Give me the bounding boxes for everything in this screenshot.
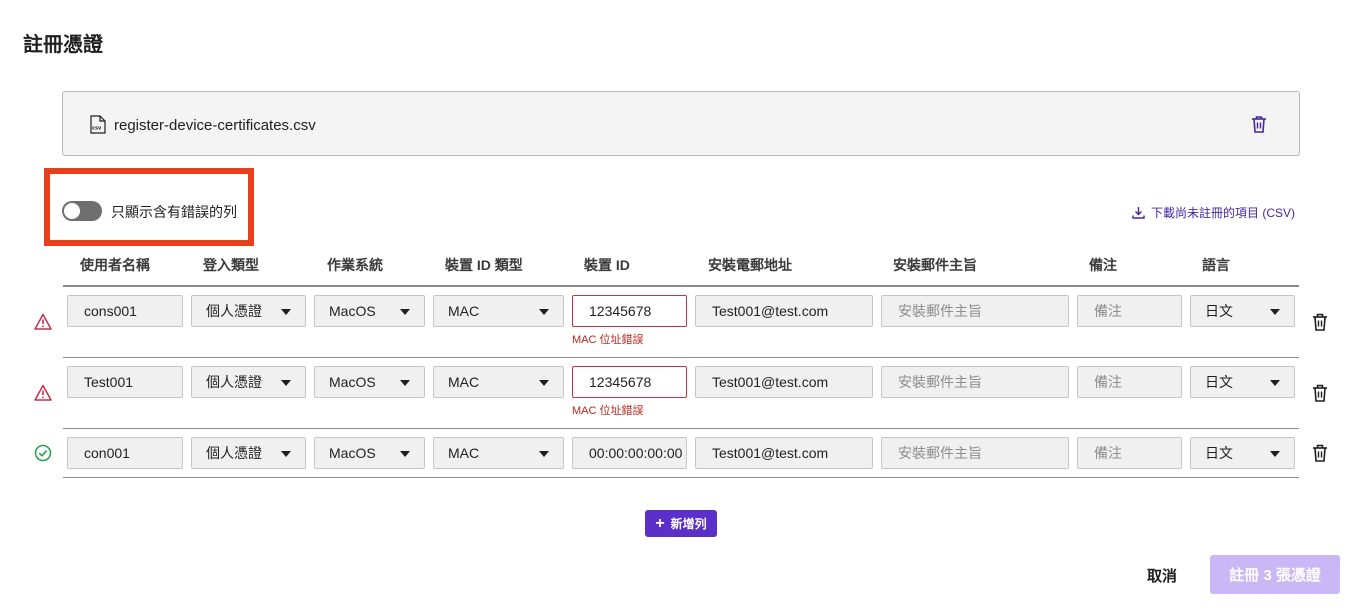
language-select[interactable]: 日文 <box>1190 366 1295 398</box>
caret-down-icon <box>539 380 549 386</box>
caret-down-icon <box>1270 451 1280 457</box>
device-id-field[interactable]: 00:00:00:00:00 <box>572 437 687 469</box>
install-subject-field[interactable]: 安裝郵件主旨 <box>881 437 1069 469</box>
error-filter-toggle[interactable] <box>62 201 102 221</box>
os-select[interactable]: MacOS <box>314 295 425 327</box>
login-type-value: 個人憑證 <box>206 303 262 319</box>
trash-icon[interactable] <box>1249 114 1269 134</box>
download-link-label: 下載尚未註冊的項目 (CSV) <box>1151 206 1296 220</box>
warning-icon <box>34 313 52 330</box>
caret-down-icon <box>400 309 410 315</box>
column-header-note: 備注 <box>1089 257 1117 273</box>
note-field[interactable]: 備注 <box>1077 366 1182 398</box>
language-select[interactable]: 日文 <box>1190 437 1295 469</box>
caret-down-icon <box>539 309 549 315</box>
login-type-value: 個人憑證 <box>206 374 262 390</box>
login-type-value: 個人憑證 <box>206 445 262 461</box>
download-unregistered-link[interactable]: 下載尚未註冊的項目 (CSV) <box>1132 204 1295 221</box>
os-select[interactable]: MacOS <box>314 366 425 398</box>
row-divider <box>63 428 1299 429</box>
add-row-label: 新增列 <box>670 517 707 531</box>
device-id-type-select[interactable]: MAC <box>433 366 564 398</box>
device-id-error-message: MAC 位址錯誤 <box>572 405 644 417</box>
csv-file-icon: csv <box>90 115 106 134</box>
login-type-select[interactable]: 個人憑證 <box>191 366 306 398</box>
table-header-divider <box>63 285 1299 287</box>
install-subject-field[interactable]: 安裝郵件主旨 <box>881 366 1069 398</box>
column-header-device-id-type: 裝置 ID 類型 <box>445 257 523 273</box>
error-filter-label: 只顯示含有錯誤的列 <box>111 204 237 220</box>
cancel-button[interactable]: 取消 <box>1130 556 1194 594</box>
username-field[interactable]: con001 <box>67 437 183 469</box>
caret-down-icon <box>539 451 549 457</box>
device-id-type-value: MAC <box>448 445 480 461</box>
language-value: 日文 <box>1205 445 1233 461</box>
device-id-field[interactable]: 12345678 <box>572 366 687 398</box>
row-divider <box>63 357 1299 358</box>
device-id-type-select[interactable]: MAC <box>433 437 564 469</box>
column-header-install-subject: 安裝郵件主旨 <box>893 257 977 273</box>
device-id-error-message: MAC 位址錯誤 <box>572 334 644 346</box>
toggle-knob <box>64 203 80 219</box>
file-name: register-device-certificates.csv <box>114 117 316 134</box>
login-type-select[interactable]: 個人憑證 <box>191 295 306 327</box>
column-header-language: 語言 <box>1202 257 1230 273</box>
caret-down-icon <box>1270 309 1280 315</box>
caret-down-icon <box>400 380 410 386</box>
language-select[interactable]: 日文 <box>1190 295 1295 327</box>
column-header-os: 作業系統 <box>327 257 383 273</box>
username-field[interactable]: cons001 <box>67 295 183 327</box>
caret-down-icon <box>281 380 291 386</box>
register-certificates-button[interactable]: 註冊 3 張憑證 <box>1210 555 1340 594</box>
trash-icon[interactable] <box>1311 312 1329 332</box>
os-select[interactable]: MacOS <box>314 437 425 469</box>
language-value: 日文 <box>1205 303 1233 319</box>
language-value: 日文 <box>1205 374 1233 390</box>
os-value: MacOS <box>329 445 376 461</box>
trash-icon[interactable] <box>1311 443 1329 463</box>
install-email-field[interactable]: Test001@test.com <box>695 437 873 469</box>
warning-icon <box>34 384 52 401</box>
device-id-type-value: MAC <box>448 303 480 319</box>
os-value: MacOS <box>329 374 376 390</box>
login-type-select[interactable]: 個人憑證 <box>191 437 306 469</box>
os-value: MacOS <box>329 303 376 319</box>
trash-icon[interactable] <box>1311 383 1329 403</box>
column-header-login-type: 登入類型 <box>203 257 259 273</box>
device-id-type-value: MAC <box>448 374 480 390</box>
column-header-install-email: 安裝電郵地址 <box>708 257 792 273</box>
install-subject-field[interactable]: 安裝郵件主旨 <box>881 295 1069 327</box>
row-divider <box>63 477 1299 478</box>
caret-down-icon <box>1270 380 1280 386</box>
install-email-field[interactable]: Test001@test.com <box>695 366 873 398</box>
column-header-device-id: 裝置 ID <box>584 257 630 273</box>
caret-down-icon <box>281 451 291 457</box>
caret-down-icon <box>281 309 291 315</box>
note-field[interactable]: 備注 <box>1077 437 1182 469</box>
column-header-username: 使用者名稱 <box>80 257 150 273</box>
page-title: 註冊憑證 <box>23 34 103 56</box>
caret-down-icon <box>400 451 410 457</box>
device-id-type-select[interactable]: MAC <box>433 295 564 327</box>
plus-icon: + <box>655 514 665 532</box>
install-email-field[interactable]: Test001@test.com <box>695 295 873 327</box>
svg-text:csv: csv <box>92 126 102 132</box>
add-row-button[interactable]: + 新增列 <box>645 510 717 537</box>
device-id-field[interactable]: 12345678 <box>572 295 687 327</box>
uploaded-file-box: csv register-device-certificates.csv <box>62 91 1300 156</box>
download-icon <box>1132 207 1145 219</box>
check-circle-icon <box>34 444 52 462</box>
username-field[interactable]: Test001 <box>67 366 183 398</box>
note-field[interactable]: 備注 <box>1077 295 1182 327</box>
